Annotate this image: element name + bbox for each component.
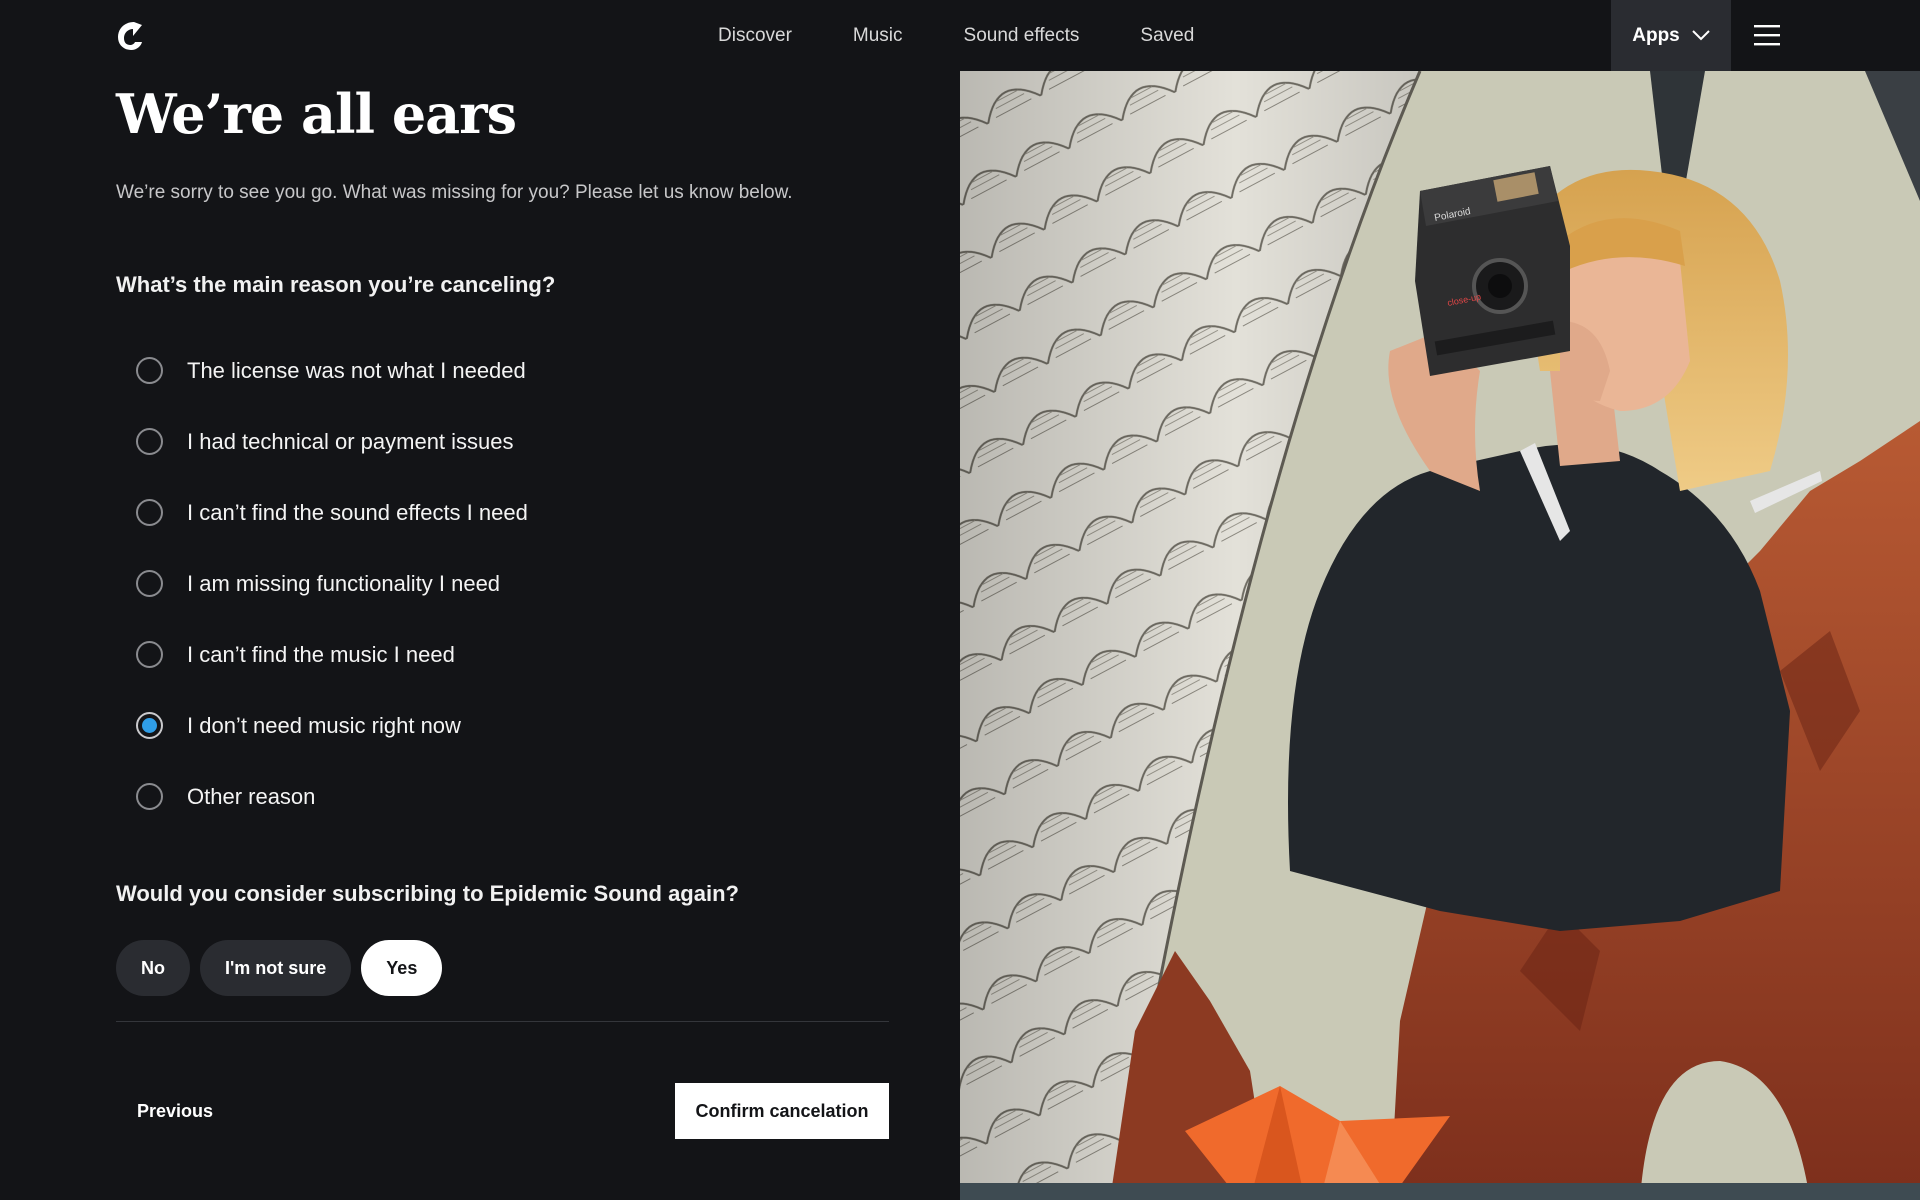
resubscribe-question-label: Would you consider subscribing to Epidem… <box>116 881 739 906</box>
chevron-down-icon <box>1692 30 1710 41</box>
page-subtitle: We’re sorry to see you go. What was miss… <box>116 182 793 203</box>
reason-option[interactable]: I am missing functionality I need <box>136 548 528 619</box>
choice-no-button[interactable]: No <box>116 940 190 996</box>
confirm-cancelation-button[interactable]: Confirm cancelation <box>675 1083 889 1139</box>
nav-link-sound-effects[interactable]: Sound effects <box>964 25 1080 47</box>
epidemic-sound-logo-icon[interactable] <box>116 20 144 52</box>
reason-option-label: Other reason <box>187 783 316 809</box>
reason-option-label: I can’t find the music I need <box>187 641 455 667</box>
reason-option-label: The license was not what I needed <box>187 357 526 383</box>
page-title: We’re all ears <box>116 82 517 146</box>
radio-button[interactable] <box>136 712 163 739</box>
top-navigation: Discover Music Sound effects Saved Apps <box>0 0 1920 71</box>
divider <box>116 1021 889 1022</box>
reason-option[interactable]: Other reason <box>136 761 528 832</box>
reason-option[interactable]: I don’t need music right now <box>136 690 528 761</box>
radio-button[interactable] <box>136 641 163 668</box>
hamburger-menu-icon[interactable] <box>1752 22 1782 48</box>
hero-illustration: Polaroid close-up <box>960 71 1920 1200</box>
reason-option[interactable]: I had technical or payment issues <box>136 406 528 477</box>
choice-not-sure-button[interactable]: I'm not sure <box>200 940 352 996</box>
reason-option[interactable]: The license was not what I needed <box>136 335 528 406</box>
radio-button[interactable] <box>136 570 163 597</box>
radio-button[interactable] <box>136 357 163 384</box>
reason-option[interactable]: I can’t find the music I need <box>136 619 528 690</box>
resubscribe-choice-group: No I'm not sure Yes <box>116 940 452 996</box>
reason-option-label: I can’t find the sound effects I need <box>187 499 528 525</box>
radio-button[interactable] <box>136 499 163 526</box>
apps-dropdown-button[interactable]: Apps <box>1611 0 1731 71</box>
nav-link-discover[interactable]: Discover <box>718 25 792 47</box>
camera-illustration: Polaroid close-up <box>1415 166 1570 376</box>
previous-button[interactable]: Previous <box>116 1083 234 1139</box>
reason-radio-group: The license was not what I needed I had … <box>136 335 528 832</box>
main-nav: Discover Music Sound effects Saved <box>718 0 1194 71</box>
reason-option-label: I had technical or payment issues <box>187 428 514 454</box>
choice-yes-button[interactable]: Yes <box>361 940 443 996</box>
reason-option-label: I don’t need music right now <box>187 712 461 738</box>
reason-option[interactable]: I can’t find the sound effects I need <box>136 477 528 548</box>
radio-button[interactable] <box>136 428 163 455</box>
reason-question-label: What’s the main reason you’re canceling? <box>116 272 556 297</box>
nav-link-music[interactable]: Music <box>853 25 903 47</box>
nav-link-saved[interactable]: Saved <box>1140 25 1194 47</box>
reason-option-label: I am missing functionality I need <box>187 570 501 596</box>
radio-button[interactable] <box>136 783 163 810</box>
apps-label: Apps <box>1632 24 1680 46</box>
